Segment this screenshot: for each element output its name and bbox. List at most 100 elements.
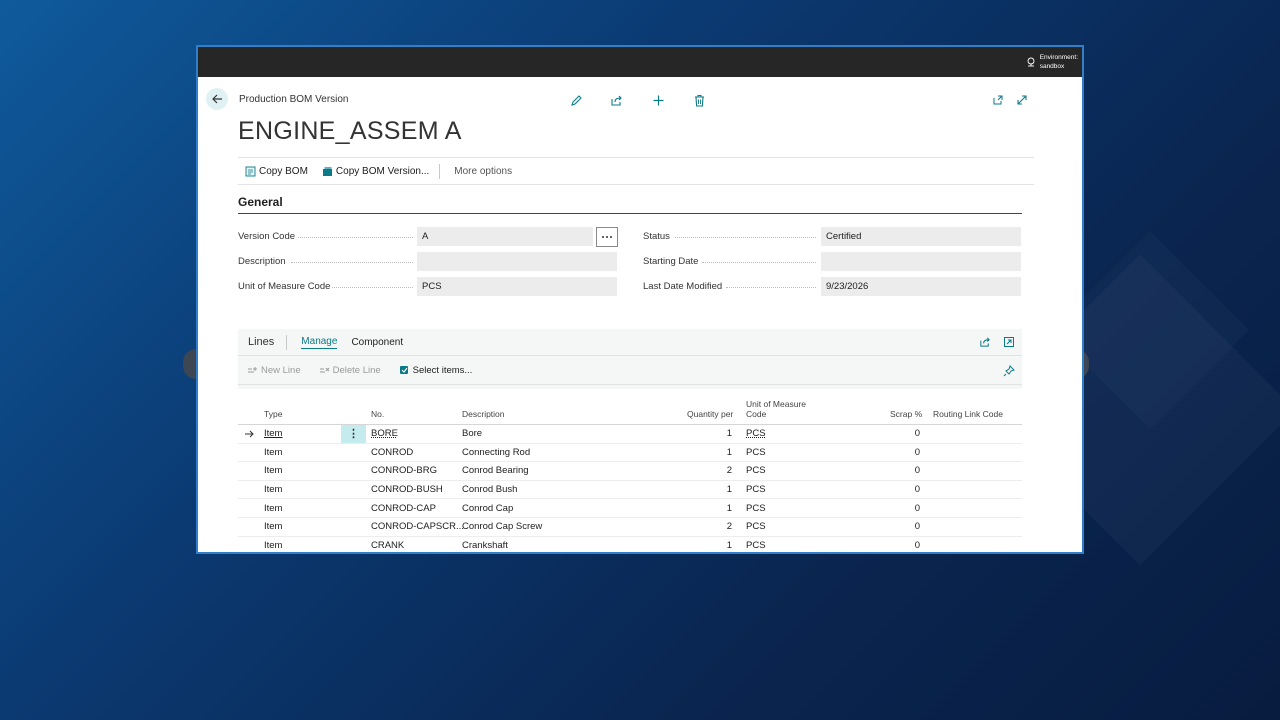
expand-button[interactable] [1015, 93, 1029, 107]
environment-label: Environment: [1039, 54, 1078, 61]
status-label: Status [643, 231, 670, 242]
lines-header: Lines Manage Component [238, 329, 1022, 356]
copy-bom-version-button[interactable]: Copy BOM Version... [315, 166, 436, 177]
cell-scrap[interactable]: 0 [878, 499, 920, 517]
leader-dots [726, 287, 816, 288]
description-field[interactable] [417, 252, 617, 271]
column-uom-code[interactable]: Unit of Measure Code [746, 399, 806, 419]
cell-description[interactable]: Crankshaft [462, 537, 508, 552]
cell-type[interactable]: Item [264, 425, 282, 443]
cell-no[interactable]: CONROD-BRG [371, 462, 437, 480]
table-row[interactable]: Item ⋮ BORE Bore 1 PCS 0 [238, 425, 1022, 444]
version-code-lookup-button[interactable] [596, 227, 618, 247]
cell-no[interactable]: CONROD-CAPSCR... [371, 518, 464, 536]
edit-button[interactable] [569, 93, 583, 107]
table-row[interactable]: Item CONROD Connecting Rod 1 PCS 0 [238, 444, 1022, 463]
cell-quantity-per[interactable]: 1 [678, 444, 732, 462]
cell-quantity-per[interactable]: 1 [678, 425, 732, 443]
new-button[interactable] [651, 93, 665, 107]
lines-title[interactable]: Lines [238, 336, 286, 348]
row-menu-button[interactable]: ⋮ [341, 425, 366, 443]
cell-type[interactable]: Item [264, 444, 282, 462]
uom-code-field[interactable]: PCS [417, 277, 617, 296]
copy-bom-button[interactable]: Copy BOM [238, 166, 315, 177]
table-row[interactable]: Item CONROD-CAP Conrod Cap 1 PCS 0 [238, 499, 1022, 518]
starting-date-label: Starting Date [643, 256, 699, 267]
cell-quantity-per[interactable]: 1 [678, 499, 732, 517]
new-line-button[interactable]: New Line [238, 365, 310, 376]
cell-type[interactable]: Item [264, 537, 282, 552]
personalize-button[interactable] [1003, 365, 1015, 380]
version-code-label: Version Code [238, 231, 296, 242]
cell-type[interactable]: Item [264, 462, 282, 480]
cell-scrap[interactable]: 0 [878, 462, 920, 480]
cell-no[interactable]: CONROD-CAP [371, 499, 436, 517]
cell-quantity-per[interactable]: 1 [678, 481, 732, 499]
plus-icon [653, 95, 663, 105]
share-button[interactable] [609, 93, 623, 107]
cell-description[interactable]: Conrod Cap Screw [462, 518, 542, 536]
column-type[interactable]: Type [264, 409, 282, 419]
grid-header: Type No. Description Quantity per Unit o… [238, 389, 1022, 425]
expand-icon [1017, 95, 1027, 105]
cell-description[interactable]: Conrod Cap [462, 499, 513, 517]
cell-uom-code[interactable]: PCS [746, 481, 766, 499]
lines-open-page-button[interactable] [1003, 336, 1015, 351]
cell-uom-code[interactable]: PCS [746, 462, 766, 480]
cell-scrap[interactable]: 0 [878, 481, 920, 499]
cell-description[interactable]: Conrod Bearing [462, 462, 529, 480]
more-options-button[interactable]: More options [447, 166, 519, 177]
leader-dots [675, 237, 816, 238]
cell-no[interactable]: CONROD [371, 444, 413, 462]
cell-description[interactable]: Conrod Bush [462, 481, 517, 499]
version-code-field[interactable]: A [417, 227, 593, 246]
cell-description[interactable]: Bore [462, 425, 482, 443]
cell-no[interactable]: CONROD-BUSH [371, 481, 443, 499]
cell-scrap[interactable]: 0 [878, 518, 920, 536]
cell-uom-code[interactable]: PCS [746, 537, 766, 552]
delete-line-label: Delete Line [332, 365, 381, 376]
table-row[interactable]: Item CRANK Crankshaft 1 PCS 0 [238, 537, 1022, 552]
cell-scrap[interactable]: 0 [878, 425, 920, 443]
status-field[interactable]: Certified [821, 227, 1021, 246]
column-scrap[interactable]: Scrap % [890, 409, 922, 419]
cell-uom-code[interactable]: PCS [746, 499, 766, 517]
cell-no[interactable]: CRANK [371, 537, 404, 552]
column-quantity-per[interactable]: Quantity per [687, 409, 733, 419]
cell-scrap[interactable]: 0 [878, 537, 920, 552]
lines-share-button[interactable] [979, 336, 991, 351]
cell-uom-code[interactable]: PCS [746, 425, 766, 443]
last-date-modified-field[interactable]: 9/23/2026 [821, 277, 1021, 296]
open-new-window-button[interactable] [991, 93, 1005, 107]
cell-quantity-per[interactable]: 1 [678, 537, 732, 552]
environment-indicator[interactable]: Environment: sandbox [1026, 53, 1078, 71]
cell-type[interactable]: Item [264, 518, 282, 536]
back-button[interactable] [206, 88, 228, 110]
cell-scrap[interactable]: 0 [878, 444, 920, 462]
cell-no[interactable]: BORE [371, 425, 398, 443]
column-description[interactable]: Description [462, 409, 505, 419]
cell-uom-code[interactable]: PCS [746, 444, 766, 462]
delete-button[interactable] [692, 93, 706, 107]
page-title: ENGINE_ASSEM A [238, 117, 462, 145]
tab-manage[interactable]: Manage [301, 336, 338, 349]
table-row[interactable]: Item CONROD-BRG Conrod Bearing 2 PCS 0 [238, 462, 1022, 481]
cell-description[interactable]: Connecting Rod [462, 444, 530, 462]
starting-date-field[interactable] [821, 252, 1021, 271]
cell-uom-code[interactable]: PCS [746, 518, 766, 536]
table-row[interactable]: Item CONROD-BUSH Conrod Bush 1 PCS 0 [238, 481, 1022, 500]
delete-line-button[interactable]: Delete Line [310, 365, 390, 376]
description-label: Description [238, 256, 286, 267]
pencil-icon [570, 94, 582, 106]
tab-component[interactable]: Component [351, 337, 403, 348]
cell-type[interactable]: Item [264, 481, 282, 499]
column-no[interactable]: No. [371, 409, 384, 419]
cell-type[interactable]: Item [264, 499, 282, 517]
cell-quantity-per[interactable]: 2 [678, 462, 732, 480]
cell-quantity-per[interactable]: 2 [678, 518, 732, 536]
general-section-title[interactable]: General [238, 195, 283, 209]
table-row[interactable]: Item CONROD-CAPSCR... Conrod Cap Screw 2… [238, 518, 1022, 537]
column-routing-link-code[interactable]: Routing Link Code [933, 409, 1003, 419]
select-items-button[interactable]: Select items... [390, 365, 482, 376]
column-uom-line1: Unit of Measure [746, 399, 806, 409]
